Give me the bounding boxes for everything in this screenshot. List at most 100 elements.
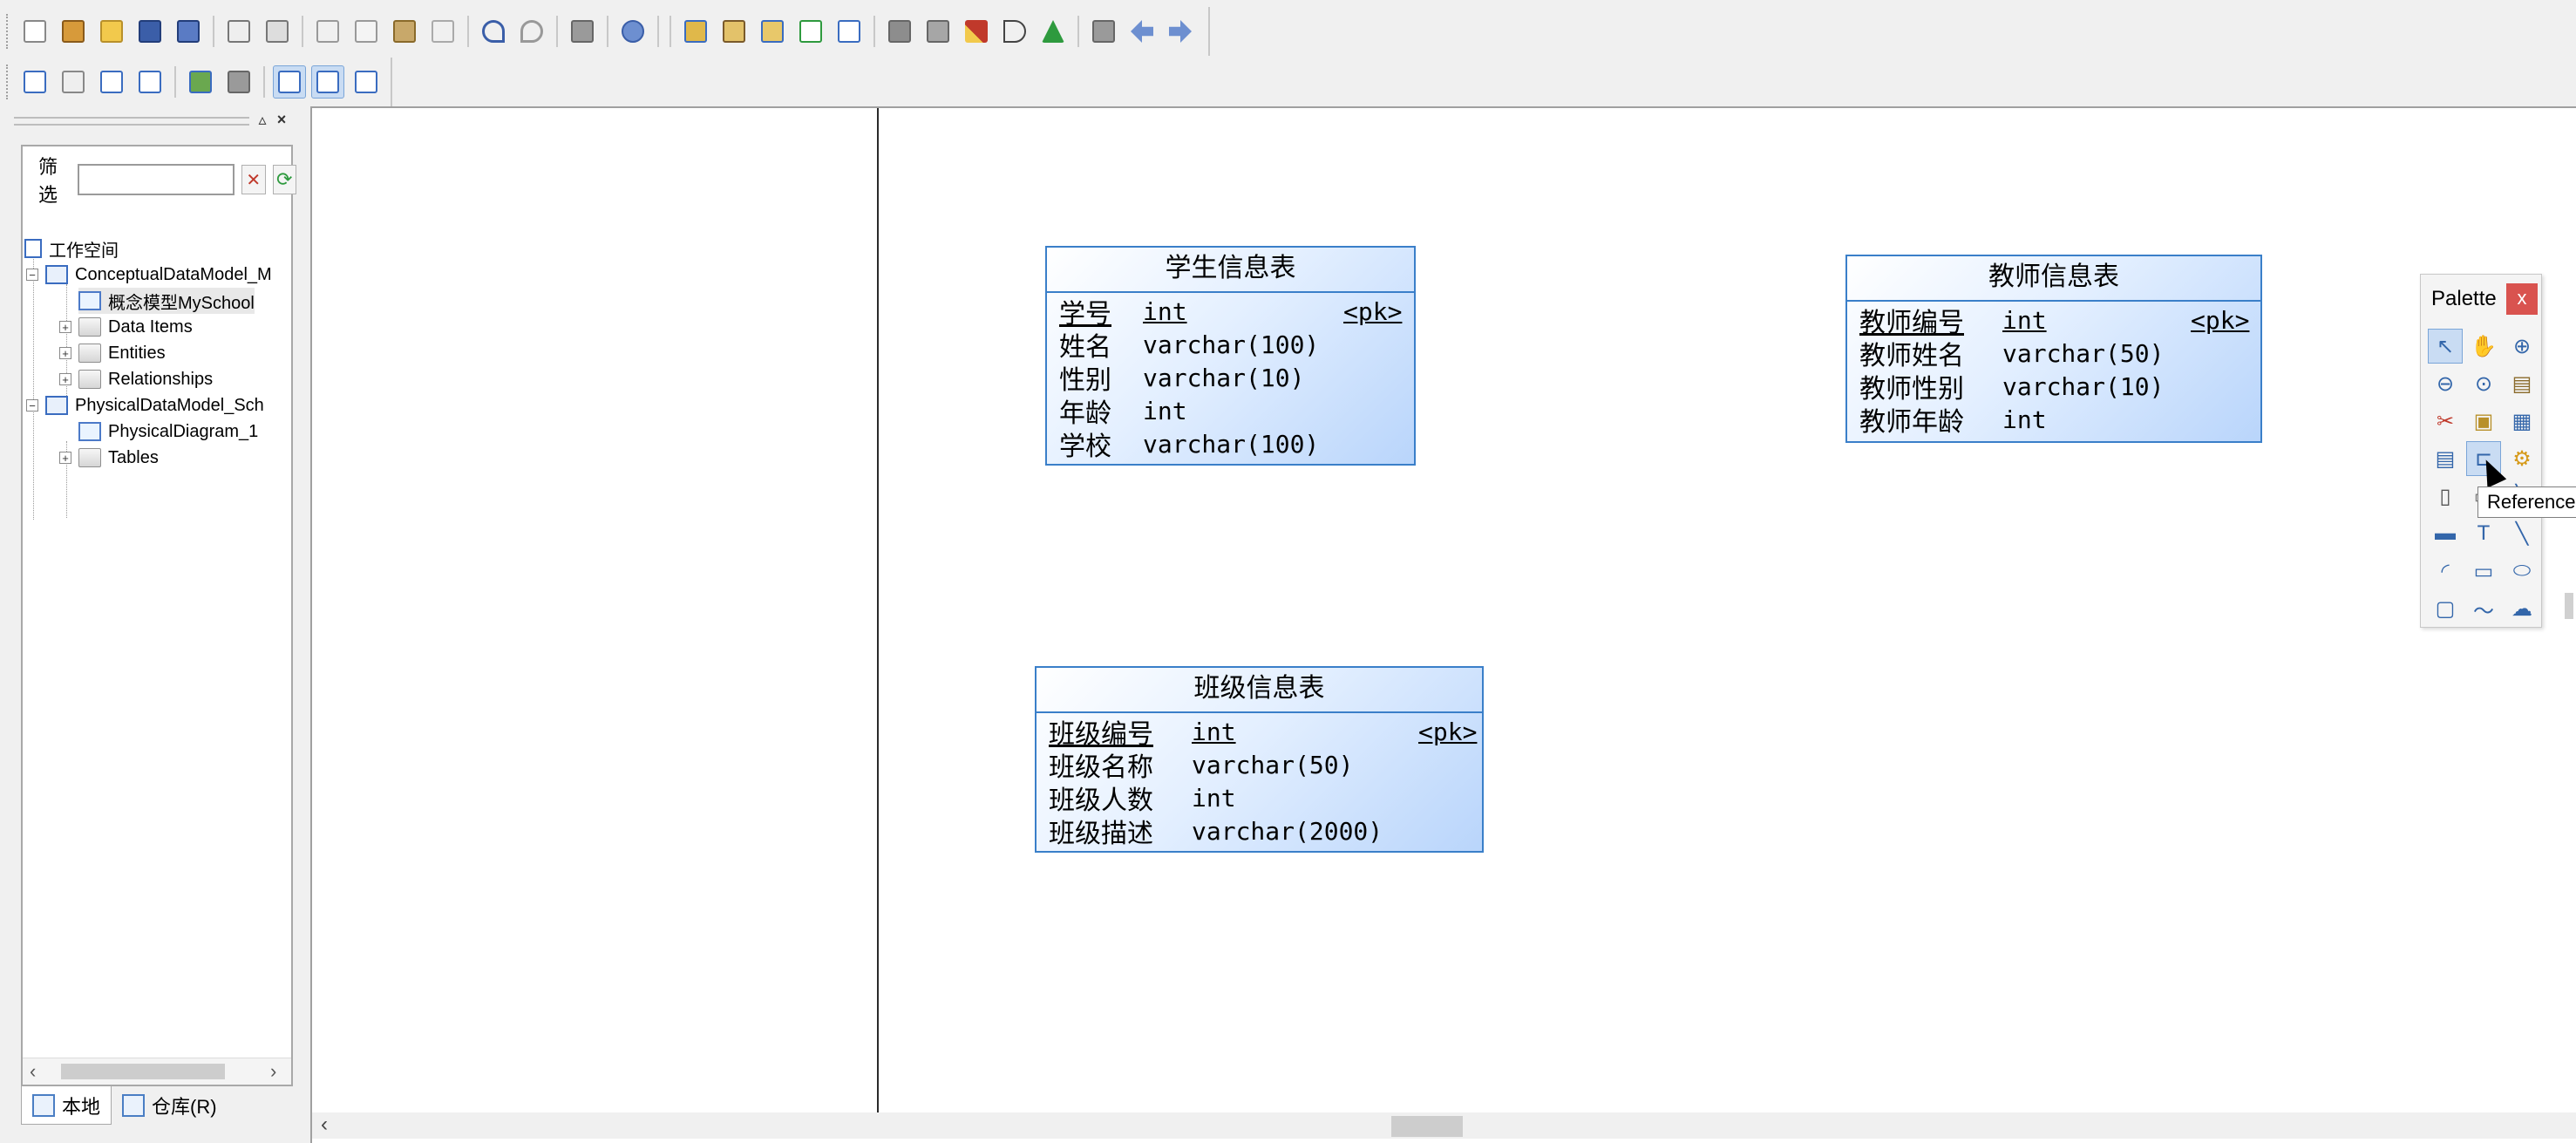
tree-item-conceptual-model[interactable]: − ConceptualDataModel_M — [26, 262, 272, 288]
new-model-button[interactable] — [57, 15, 90, 48]
scroll-right-icon[interactable]: › — [270, 1060, 276, 1083]
impact-analysis-button[interactable] — [756, 15, 789, 48]
font-button[interactable] — [1037, 15, 1070, 48]
delete-button[interactable] — [426, 15, 459, 48]
print-preview-button[interactable] — [222, 15, 255, 48]
attribute-row[interactable]: 学校 varchar(100) — [1059, 427, 1319, 463]
open-button[interactable] — [95, 15, 128, 48]
collapse-icon[interactable]: − — [26, 399, 38, 412]
save-button[interactable] — [133, 15, 167, 48]
list-view-button[interactable] — [350, 65, 383, 99]
ellipse-tool[interactable]: ⬭ — [2505, 554, 2539, 589]
tab-local[interactable]: 本地 — [21, 1086, 112, 1125]
zoom-area-tool[interactable]: ⊙ — [2466, 366, 2501, 401]
attribute-row[interactable]: 年龄 int — [1059, 394, 1187, 430]
back-button[interactable] — [1125, 15, 1159, 48]
undo-button[interactable] — [477, 15, 510, 48]
tree-item-physical-diagram[interactable]: PhysicalDiagram_1 — [78, 418, 258, 445]
delete-tool[interactable]: ✂ — [2428, 404, 2463, 439]
attribute-row[interactable]: 教师年龄 int — [1859, 403, 2047, 439]
palette-close-button[interactable]: x — [2506, 283, 2538, 315]
fill-button[interactable] — [998, 15, 1031, 48]
output-toggle-button[interactable] — [57, 65, 90, 99]
print-button[interactable] — [261, 15, 294, 48]
browser-horizontal-scrollbar[interactable]: ‹ › — [23, 1058, 291, 1085]
properties-button[interactable] — [566, 15, 599, 48]
diagram-view-button[interactable] — [273, 65, 306, 99]
entity-class[interactable]: 班级信息表 班级编号 int <pk> 班级名称 varchar(50) 班级人… — [1035, 666, 1484, 853]
panel-pin-icon[interactable]: ▵ — [253, 110, 272, 129]
attribute-row[interactable]: 学号 int <pk> — [1059, 295, 1408, 330]
generate-button[interactable] — [679, 15, 712, 48]
package-tool[interactable]: ▣ — [2466, 404, 2501, 439]
refresh-filter-button[interactable]: ⟳ — [272, 165, 297, 194]
rectangle-tool[interactable]: ▭ — [2466, 554, 2501, 589]
tree-item-entities[interactable]: + Entities — [59, 340, 166, 366]
attribute-row[interactable]: 姓名 varchar(100) — [1059, 328, 1319, 364]
repository-button[interactable] — [184, 65, 217, 99]
forward-button[interactable] — [1164, 15, 1197, 48]
new-file-button[interactable] — [18, 15, 51, 48]
refresh-button[interactable] — [794, 15, 827, 48]
attribute-row[interactable]: 班级名称 varchar(50) — [1049, 748, 1353, 784]
panel-grip[interactable] — [14, 117, 249, 126]
arc-tool[interactable]: ╲ — [2505, 516, 2539, 551]
tree-item-data-items[interactable]: + Data Items — [59, 314, 193, 340]
save-all-button[interactable] — [172, 15, 205, 48]
cut-button[interactable] — [311, 15, 344, 48]
preview-view-button[interactable] — [311, 65, 344, 99]
tree-item-tables[interactable]: + Tables — [59, 445, 159, 471]
entity-student[interactable]: 学生信息表 学号 int <pk> 姓名 varchar(100) 性别 var… — [1045, 246, 1416, 466]
tree-item-workspace[interactable]: 工作空间 — [24, 235, 119, 262]
pointer-tool[interactable]: ↖ — [2428, 329, 2463, 364]
tree-item-conceptual-diagram[interactable]: 概念模型MySchool — [78, 288, 255, 314]
file-tool[interactable]: ▯ — [2428, 479, 2463, 514]
reverse-engineer-button[interactable] — [717, 15, 751, 48]
check-model-button[interactable] — [616, 15, 649, 48]
line-style-button[interactable] — [960, 15, 993, 48]
clear-filter-button[interactable]: ✕ — [241, 165, 266, 194]
table-tool[interactable]: ▦ — [2505, 404, 2539, 439]
polyline-tool[interactable]: 〜 — [2466, 591, 2501, 626]
tab-repository[interactable]: 仓库(R) — [112, 1086, 228, 1125]
scroll-thumb[interactable] — [61, 1064, 225, 1079]
filter-input[interactable] — [78, 164, 235, 195]
canvas-vertical-scrollbar[interactable] — [2565, 593, 2573, 619]
tile-windows-button[interactable] — [133, 65, 167, 99]
freeform-tool[interactable]: ☁ — [2505, 591, 2539, 626]
attribute-row[interactable]: 班级人数 int — [1049, 781, 1236, 817]
entity-teacher[interactable]: 教师信息表 教师编号 int <pk> 教师姓名 varchar(50) 教师性… — [1845, 255, 2262, 443]
expand-icon[interactable]: + — [59, 321, 71, 333]
attribute-row[interactable]: 班级编号 int <pk> — [1049, 715, 1477, 751]
checklist-button[interactable] — [833, 15, 866, 48]
paste-button[interactable] — [388, 15, 421, 48]
symbol-button[interactable] — [883, 15, 916, 48]
attribute-row[interactable]: 性别 varchar(10) — [1059, 361, 1304, 397]
close-window-button[interactable] — [222, 65, 255, 99]
panel-close-icon[interactable]: × — [272, 110, 291, 129]
attribute-row[interactable]: 教师编号 int <pk> — [1859, 303, 2252, 339]
rounded-rect-tool[interactable]: ▢ — [2428, 591, 2463, 626]
attribute-row[interactable]: 班级描述 varchar(2000) — [1049, 814, 1383, 850]
open-diagram-tool[interactable]: ▤ — [2505, 366, 2539, 401]
copy-button[interactable] — [350, 15, 383, 48]
zoom-out-tool[interactable]: ⊖ — [2428, 366, 2463, 401]
group-button[interactable] — [1087, 15, 1120, 48]
collapse-icon[interactable]: − — [26, 269, 38, 281]
scroll-left-icon[interactable]: ‹ — [321, 1112, 328, 1137]
result-list-button[interactable] — [95, 65, 128, 99]
tree-item-physical-model[interactable]: − PhysicalDataModel_Sch — [26, 392, 264, 418]
tree-item-relationships[interactable]: + Relationships — [59, 366, 213, 392]
procedure-tool[interactable]: ⚙ — [2505, 441, 2539, 476]
browser-toggle-button[interactable] — [18, 65, 51, 99]
expand-icon[interactable]: + — [59, 373, 71, 385]
arc-shape-tool[interactable]: ◜ — [2428, 554, 2463, 589]
expand-icon[interactable]: + — [59, 452, 71, 464]
attribute-row[interactable]: 教师姓名 varchar(50) — [1859, 337, 2164, 372]
grabber-tool[interactable]: ✋ — [2466, 329, 2501, 364]
canvas-horizontal-scrollbar[interactable]: ‹ — [312, 1112, 2576, 1139]
title-tool[interactable]: ▬ — [2428, 516, 2463, 551]
format-button[interactable] — [921, 15, 955, 48]
view-tool[interactable]: ▤ — [2428, 441, 2463, 476]
attribute-row[interactable]: 教师性别 varchar(10) — [1859, 370, 2164, 405]
